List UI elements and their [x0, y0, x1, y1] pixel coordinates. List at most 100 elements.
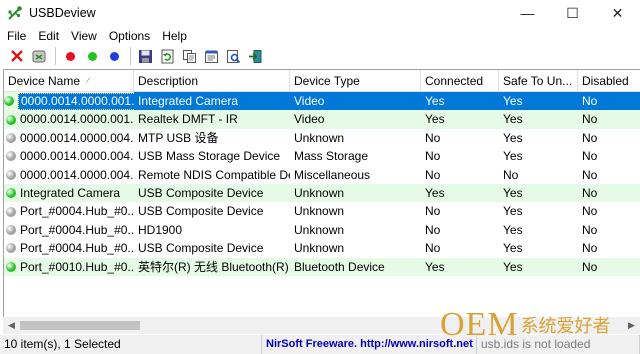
column-header-description[interactable]: Description: [134, 70, 290, 92]
cell-device-type: Unknown: [294, 185, 345, 200]
disconnected-status-icon: [6, 132, 16, 143]
cell-device-name: Integrated Camera: [4, 184, 134, 202]
cell-device-type: Unknown: [294, 130, 345, 145]
cell-device-name: Port_#0010.Hub_#0...: [4, 258, 134, 276]
device-name-text: Port_#0004.Hub_#0...: [20, 241, 134, 256]
cell-connected: No: [425, 167, 441, 182]
disconnected-status-icon: [6, 169, 16, 180]
disconnected-status-icon: [6, 243, 16, 254]
cell-description: 英特尔(R) 无线 Bluetooth(R): [138, 259, 289, 274]
cell-description: USB Composite Device: [138, 185, 264, 200]
scrollbar-thumb[interactable]: [20, 321, 140, 330]
maximize-button[interactable]: ☐: [550, 0, 595, 26]
uninstall-icon[interactable]: [29, 46, 49, 66]
disconnected-status-icon: [6, 206, 16, 217]
scroll-left-icon[interactable]: ◀: [3, 317, 20, 334]
cell-device-name: 0000.0014.0000.001...: [4, 110, 134, 128]
cell-device-name: Port_#0004.Hub_#0...: [4, 239, 134, 257]
properties-icon[interactable]: [201, 46, 221, 66]
copy-icon[interactable]: [179, 46, 199, 66]
device-list[interactable]: Device Name ∕ Description Device Type Con…: [3, 69, 640, 334]
cell-connected: No: [425, 149, 441, 164]
column-header-disabled[interactable]: Disabled: [578, 70, 640, 92]
cell-disabled: No: [582, 112, 598, 127]
cell-connected: Yes: [425, 185, 445, 200]
cell-description: USB Composite Device: [138, 241, 264, 256]
menu-edit[interactable]: Edit: [32, 29, 65, 43]
list-header: Device Name ∕ Description Device Type Con…: [4, 70, 640, 92]
cell-disabled: No: [582, 222, 598, 237]
minimize-button[interactable]: —: [505, 0, 550, 26]
cell-connected: Yes: [425, 112, 445, 127]
watermark-oem: OEM: [440, 306, 519, 343]
table-row[interactable]: Integrated Camera USB Composite Device Unk…: [4, 183, 640, 203]
menu-options[interactable]: Options: [103, 29, 156, 43]
green-dot-icon[interactable]: [82, 46, 102, 66]
cell-device-name: 0000.0014.0000.004...: [4, 129, 134, 147]
cell-connected: Yes: [421, 92, 499, 111]
menu-file[interactable]: File: [0, 29, 32, 43]
scroll-right-icon[interactable]: ▶: [623, 317, 640, 334]
table-row[interactable]: Port_#0004.Hub_#0... USB Composite Device…: [4, 202, 640, 220]
exit-icon[interactable]: [245, 46, 265, 66]
cell-description: USB Mass Storage Device: [138, 149, 281, 164]
column-header-device-type[interactable]: Device Type: [290, 70, 421, 92]
cell-description: Realtek DMFT - IR: [138, 112, 238, 127]
menu-view[interactable]: View: [65, 29, 103, 43]
column-header-connected[interactable]: Connected: [421, 70, 499, 92]
refresh-icon[interactable]: [157, 46, 177, 66]
table-row[interactable]: Port_#0010.Hub_#0... 英特尔(R) 无线 Bluetooth(…: [4, 257, 640, 276]
cell-device-type: Video: [294, 112, 325, 127]
cell-safe-to-unplug: Yes: [499, 92, 578, 111]
cell-safe-to-unplug: Yes: [503, 241, 523, 256]
status-item-count: 10 item(s), 1 Selected: [0, 335, 262, 354]
cell-device-name: 0000.0014.0000.004...: [4, 147, 134, 165]
device-name-text: 0000.0014.0000.004...: [20, 130, 134, 145]
device-name-text: Port_#0004.Hub_#0...: [20, 204, 134, 219]
column-header-device-name[interactable]: Device Name ∕: [4, 70, 134, 92]
table-row[interactable]: 0000.0014.0000.001... Integrated Camera Vi…: [4, 92, 640, 111]
cell-connected: No: [425, 204, 441, 219]
red-dot-icon[interactable]: [60, 46, 80, 66]
device-name-text: Port_#0004.Hub_#0...: [20, 222, 134, 237]
cell-connected: Yes: [425, 259, 445, 274]
close-button[interactable]: ✕: [595, 0, 640, 26]
cell-safe-to-unplug: Yes: [503, 112, 523, 127]
cell-safe-to-unplug: Yes: [503, 130, 523, 145]
device-name-text: 0000.0014.0000.001...: [18, 92, 134, 110]
table-row[interactable]: Port_#0004.Hub_#0... HD1900 Unknown No Yes No: [4, 221, 640, 239]
toolbar-separator: [130, 47, 131, 65]
table-row[interactable]: 0000.0014.0000.001... Realtek DMFT - IR Vi…: [4, 110, 640, 129]
cell-connected: No: [425, 241, 441, 256]
cell-disabled: No: [582, 167, 598, 182]
table-row[interactable]: 0000.0014.0000.004... USB Mass Storage De…: [4, 147, 640, 165]
connected-status-icon: [6, 188, 16, 199]
table-row[interactable]: 0000.0014.0000.004... Remote NDIS Compati…: [4, 166, 640, 184]
connected-status-icon: [6, 261, 16, 272]
cell-device-type: Mass Storage: [294, 149, 369, 164]
cell-device-type: Miscellaneous: [294, 167, 371, 182]
find-icon[interactable]: [223, 46, 243, 66]
cell-safe-to-unplug: Yes: [503, 222, 523, 237]
save-icon[interactable]: [135, 46, 155, 66]
window-title: USBDeview: [29, 6, 96, 20]
cell-device-type: Video: [290, 92, 421, 111]
connected-status-icon: [6, 114, 16, 125]
cell-disabled: No: [578, 92, 640, 111]
cell-disabled: No: [582, 241, 598, 256]
sort-arrow-icon: ∕: [87, 76, 89, 85]
device-name-text: 0000.0014.0000.004...: [20, 167, 134, 182]
cell-device-type: Bluetooth Device: [294, 259, 385, 274]
cell-device-name: Port_#0004.Hub_#0...: [4, 221, 134, 239]
cell-connected: No: [425, 222, 441, 237]
cell-safe-to-unplug: No: [503, 167, 519, 182]
blue-dot-icon[interactable]: [104, 46, 124, 66]
column-header-safe-to-unplug[interactable]: Safe To Un...: [499, 70, 578, 92]
cell-description: Integrated Camera: [134, 92, 290, 111]
menu-help[interactable]: Help: [156, 29, 193, 43]
cell-device-name: Port_#0004.Hub_#0...: [4, 202, 134, 220]
delete-icon[interactable]: [7, 46, 27, 66]
table-row[interactable]: Port_#0004.Hub_#0... USB Composite Device…: [4, 239, 640, 257]
table-row[interactable]: 0000.0014.0000.004... MTP USB 设备 Unknown No…: [4, 129, 640, 147]
device-name-text: 0000.0014.0000.004...: [20, 149, 134, 164]
